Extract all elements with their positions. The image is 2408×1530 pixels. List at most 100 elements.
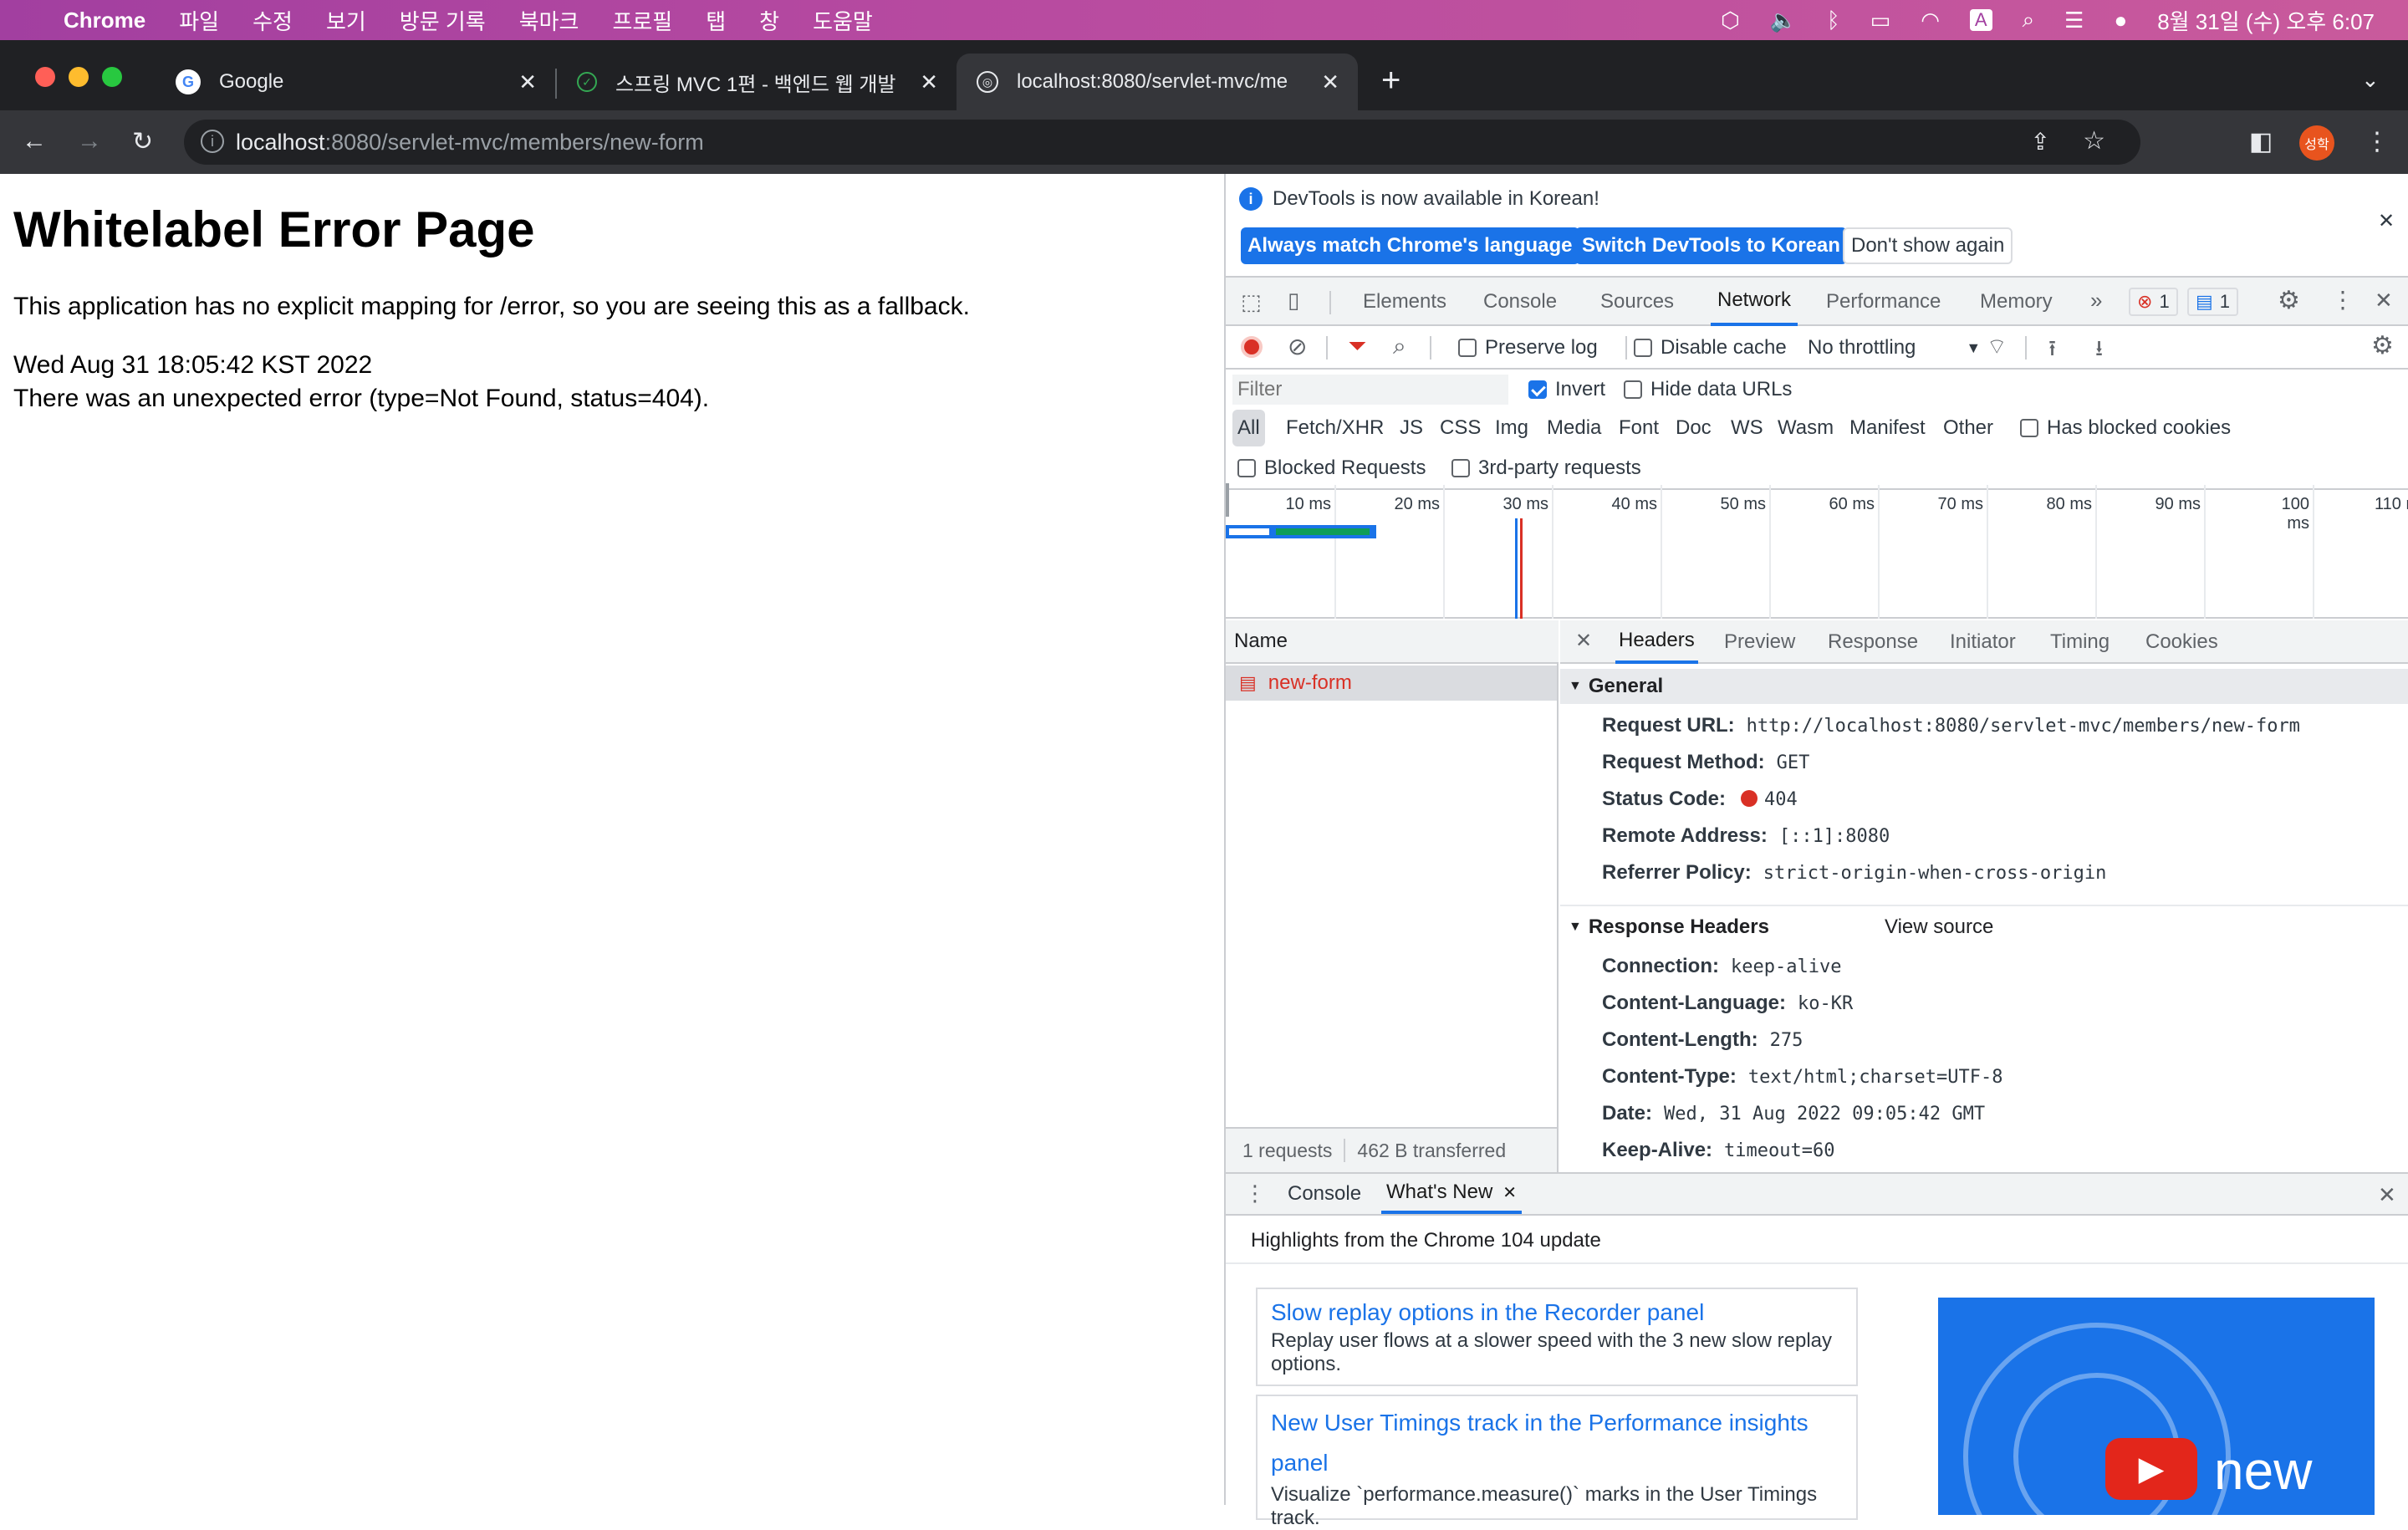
throttling-select[interactable]: No throttling ▼: [1808, 329, 1981, 366]
tab-inflearn[interactable]: ✓ 스프링 MVC 1편 - 백엔드 웹 개발 핵 ✕: [557, 54, 957, 110]
close-banner-icon[interactable]: ✕: [2378, 209, 2395, 233]
feature-link[interactable]: New User Timings track in the Performanc…: [1271, 1403, 1843, 1483]
minimize-window-button[interactable]: [69, 67, 89, 87]
type-doc[interactable]: Doc: [1676, 410, 1712, 446]
volume-icon[interactable]: 🔈: [1770, 8, 1797, 33]
detail-tab-preview[interactable]: Preview: [1724, 620, 1795, 664]
tab-google[interactable]: G Google ✕: [156, 54, 555, 110]
switch-to-korean-button[interactable]: Switch DevTools to Korean: [1575, 227, 1847, 264]
chrome-menu-icon[interactable]: ⋮: [2365, 127, 2390, 156]
type-other[interactable]: Other: [1943, 410, 1993, 446]
bookmark-star-icon[interactable]: ☆: [2083, 126, 2105, 156]
detail-tab-initiator[interactable]: Initiator: [1950, 620, 2016, 664]
type-css[interactable]: CSS: [1440, 410, 1481, 446]
menu-profiles[interactable]: 프로필: [612, 5, 672, 36]
tab-performance[interactable]: Performance: [1826, 278, 1941, 326]
cube-icon[interactable]: ⬡: [1721, 8, 1740, 33]
spotlight-icon[interactable]: ⌕: [2023, 7, 2035, 33]
view-source-link[interactable]: View source: [1885, 915, 1993, 939]
drawer-tab-whats-new[interactable]: What's New ✕: [1381, 1174, 1523, 1214]
menu-file[interactable]: 파일: [179, 5, 219, 36]
menu-bookmarks[interactable]: 북마크: [519, 5, 579, 36]
battery-icon[interactable]: ▭: [1870, 8, 1891, 33]
filter-icon[interactable]: ⏷: [1348, 333, 1366, 360]
type-img[interactable]: Img: [1495, 410, 1528, 446]
feature-card[interactable]: New User Timings track in the Performanc…: [1256, 1395, 1858, 1529]
blocked-requests-checkbox[interactable]: Blocked Requests: [1237, 450, 1426, 487]
menu-help[interactable]: 도움말: [813, 5, 873, 36]
address-bar[interactable]: i localhost:8080/servlet-mvc/members/new…: [184, 120, 2140, 165]
menubar-clock[interactable]: 8월 31일 (수) 오후 6:07: [2157, 5, 2375, 36]
settings-icon[interactable]: ⚙: [2278, 286, 2300, 315]
customize-menu-icon[interactable]: ⋮: [2331, 286, 2354, 314]
type-all[interactable]: All: [1232, 410, 1265, 446]
close-tab-icon[interactable]: ✕: [1321, 69, 1339, 95]
back-icon[interactable]: ←: [22, 127, 47, 156]
feature-link[interactable]: Slow replay options in the Recorder pane…: [1271, 1296, 1843, 1329]
network-conditions-icon[interactable]: ⌔: [1987, 333, 2007, 360]
share-icon[interactable]: ⇪: [2031, 128, 2050, 156]
menu-window[interactable]: 창: [759, 5, 779, 36]
network-settings-icon[interactable]: ⚙: [2371, 331, 2394, 360]
name-column-header[interactable]: Name: [1226, 620, 1559, 664]
close-drawer-icon[interactable]: ✕: [2378, 1182, 2396, 1208]
tab-memory[interactable]: Memory: [1980, 278, 2053, 326]
tab-network[interactable]: Network: [1711, 278, 1798, 326]
filter-input[interactable]: [1232, 375, 1508, 405]
feature-card[interactable]: Slow replay options in the Recorder pane…: [1256, 1288, 1858, 1386]
disable-cache-checkbox[interactable]: Disable cache: [1634, 329, 1787, 366]
detail-tab-headers[interactable]: Headers: [1615, 620, 1698, 664]
type-ws[interactable]: WS: [1731, 410, 1763, 446]
record-icon[interactable]: [1241, 336, 1263, 358]
menu-tab[interactable]: 탭: [706, 5, 726, 36]
avatar[interactable]: 성학: [2299, 125, 2334, 161]
close-tab-icon[interactable]: ✕: [1502, 1182, 1517, 1203]
match-language-button[interactable]: Always match Chrome's language: [1241, 227, 1579, 264]
close-details-icon[interactable]: ✕: [1575, 629, 1592, 653]
close-devtools-icon[interactable]: ✕: [2375, 288, 2393, 314]
play-icon[interactable]: ▶: [2105, 1438, 2197, 1500]
has-blocked-cookies-checkbox[interactable]: Has blocked cookies: [2020, 410, 2231, 446]
type-js[interactable]: JS: [1400, 410, 1423, 446]
inspect-element-icon[interactable]: ⬚: [1241, 289, 1262, 315]
bluetooth-icon[interactable]: ᛒ: [1827, 8, 1840, 33]
type-manifest[interactable]: Manifest: [1849, 410, 1926, 446]
detail-tab-cookies[interactable]: Cookies: [2145, 620, 2218, 664]
drawer-tab-console[interactable]: Console: [1288, 1174, 1361, 1214]
type-media[interactable]: Media: [1547, 410, 1601, 446]
reload-icon[interactable]: ↻: [132, 127, 153, 156]
hide-data-urls-checkbox[interactable]: Hide data URLs: [1624, 371, 1792, 408]
request-row[interactable]: ▤ new-form: [1226, 666, 1557, 701]
response-headers-section[interactable]: ▼ Response Headers View source: [1560, 910, 2408, 945]
tab-sources[interactable]: Sources: [1600, 278, 1674, 326]
new-tab-icon[interactable]: +: [1381, 62, 1400, 99]
control-center-icon[interactable]: ☰: [2064, 8, 2084, 33]
close-tab-icon[interactable]: ✕: [518, 69, 537, 95]
device-toolbar-icon[interactable]: ▯: [1288, 288, 1299, 314]
menu-history[interactable]: 방문 기록: [400, 5, 486, 36]
site-info-icon[interactable]: i: [201, 130, 224, 153]
type-wasm[interactable]: Wasm: [1778, 410, 1834, 446]
search-icon[interactable]: ⌕: [1393, 333, 1406, 360]
whats-new-video-thumbnail[interactable]: ▶ new: [1938, 1298, 2375, 1515]
tab-localhost[interactable]: ◎ localhost:8080/servlet-mvc/me ✕: [957, 54, 1358, 110]
preserve-log-checkbox[interactable]: Preserve log: [1458, 329, 1598, 366]
general-section-header[interactable]: ▼ General: [1560, 669, 2408, 704]
close-tab-icon[interactable]: ✕: [920, 69, 938, 95]
clear-icon[interactable]: ⊘: [1288, 333, 1307, 360]
input-source-icon[interactable]: A: [1969, 9, 1992, 31]
type-fetch-xhr[interactable]: Fetch/XHR: [1286, 410, 1384, 446]
export-har-icon[interactable]: ⭳: [2095, 333, 2103, 370]
menubar-app-name[interactable]: Chrome: [64, 8, 145, 33]
siri-icon[interactable]: ●: [2114, 8, 2127, 33]
invert-checkbox[interactable]: Invert: [1528, 371, 1605, 408]
tab-search-icon[interactable]: ⌄: [2361, 67, 2380, 93]
message-count-badge[interactable]: ▤ 1: [2187, 288, 2239, 316]
tab-elements[interactable]: Elements: [1363, 278, 1446, 326]
menu-view[interactable]: 보기: [326, 5, 366, 36]
zoom-window-button[interactable]: [102, 67, 122, 87]
side-panel-icon[interactable]: ◧: [2249, 127, 2273, 156]
type-font[interactable]: Font: [1619, 410, 1659, 446]
wifi-icon[interactable]: ◠: [1921, 8, 1940, 33]
menu-edit[interactable]: 수정: [253, 5, 293, 36]
